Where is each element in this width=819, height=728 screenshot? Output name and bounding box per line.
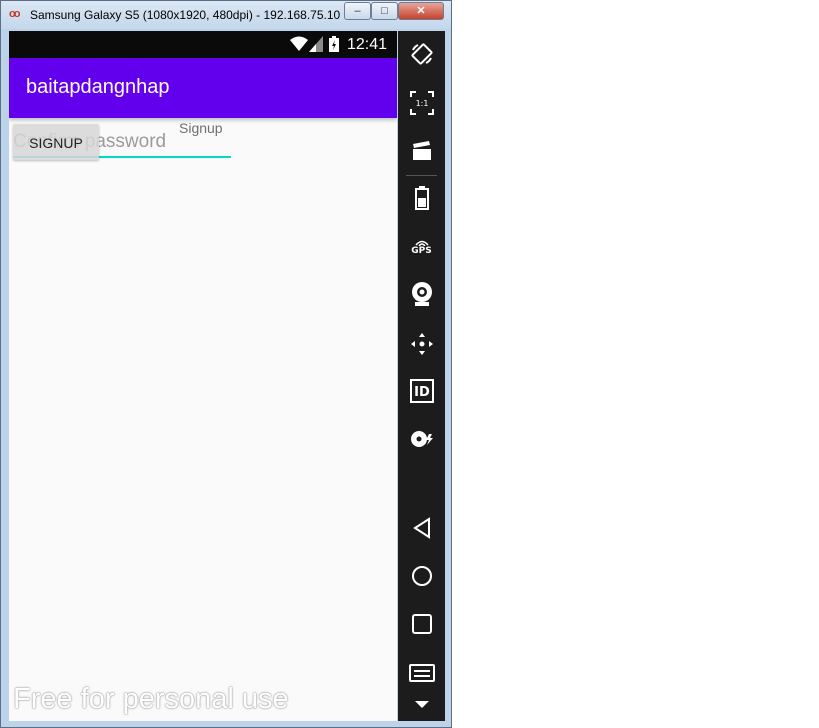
battery-icon (329, 36, 339, 52)
scroll-down-icon[interactable] (398, 690, 445, 718)
battery-icon[interactable] (398, 182, 445, 214)
minimize-button[interactable]: – (344, 2, 371, 20)
status-time: 12:41 (347, 36, 388, 53)
device-screen: 12:41 baitapdangnhap Signup SIGNUP Free … (9, 31, 397, 721)
gps-icon[interactable]: GPS (398, 230, 445, 262)
app-bar: baitapdangnhap (9, 58, 397, 118)
gps-label: GPS (411, 245, 432, 256)
window-title: Samsung Galaxy S5 (1080x1920, 480dpi) - … (30, 8, 340, 22)
close-button[interactable]: ✕ (398, 2, 444, 20)
status-bar: 12:41 (9, 31, 397, 58)
genymotion-icon: oo (9, 8, 20, 20)
recent-apps-icon[interactable] (398, 608, 445, 640)
wifi-icon (290, 36, 308, 51)
watermark-text: Free for personal use (13, 683, 289, 715)
rotate-icon[interactable] (398, 38, 445, 70)
toolbar-divider (406, 175, 437, 176)
app-title: baitapdangnhap (26, 76, 170, 98)
home-icon[interactable] (398, 560, 445, 592)
window-titlebar[interactable]: oo Samsung Galaxy S5 (1080x1920, 480dpi)… (1, 1, 451, 29)
signup-button[interactable]: SIGNUP (13, 124, 99, 160)
back-icon[interactable] (398, 512, 445, 544)
emulator-window: oo Samsung Galaxy S5 (1080x1920, 480dpi)… (0, 0, 452, 728)
screencast-icon[interactable] (398, 135, 445, 167)
maximize-button[interactable]: □ (371, 2, 398, 20)
dpad-icon[interactable] (398, 328, 445, 360)
camera-icon[interactable] (398, 278, 445, 310)
scale-1to1-icon[interactable]: 1:1 (398, 87, 445, 119)
menu-icon[interactable] (398, 657, 445, 689)
emulator-toolbar: 1:1 GPS ID (398, 31, 445, 721)
disk-icon[interactable] (398, 423, 445, 455)
id-label: ID (414, 385, 430, 400)
scale-label: 1:1 (415, 99, 428, 108)
device-id-icon[interactable]: ID (398, 375, 445, 407)
signal-icon (309, 36, 323, 52)
